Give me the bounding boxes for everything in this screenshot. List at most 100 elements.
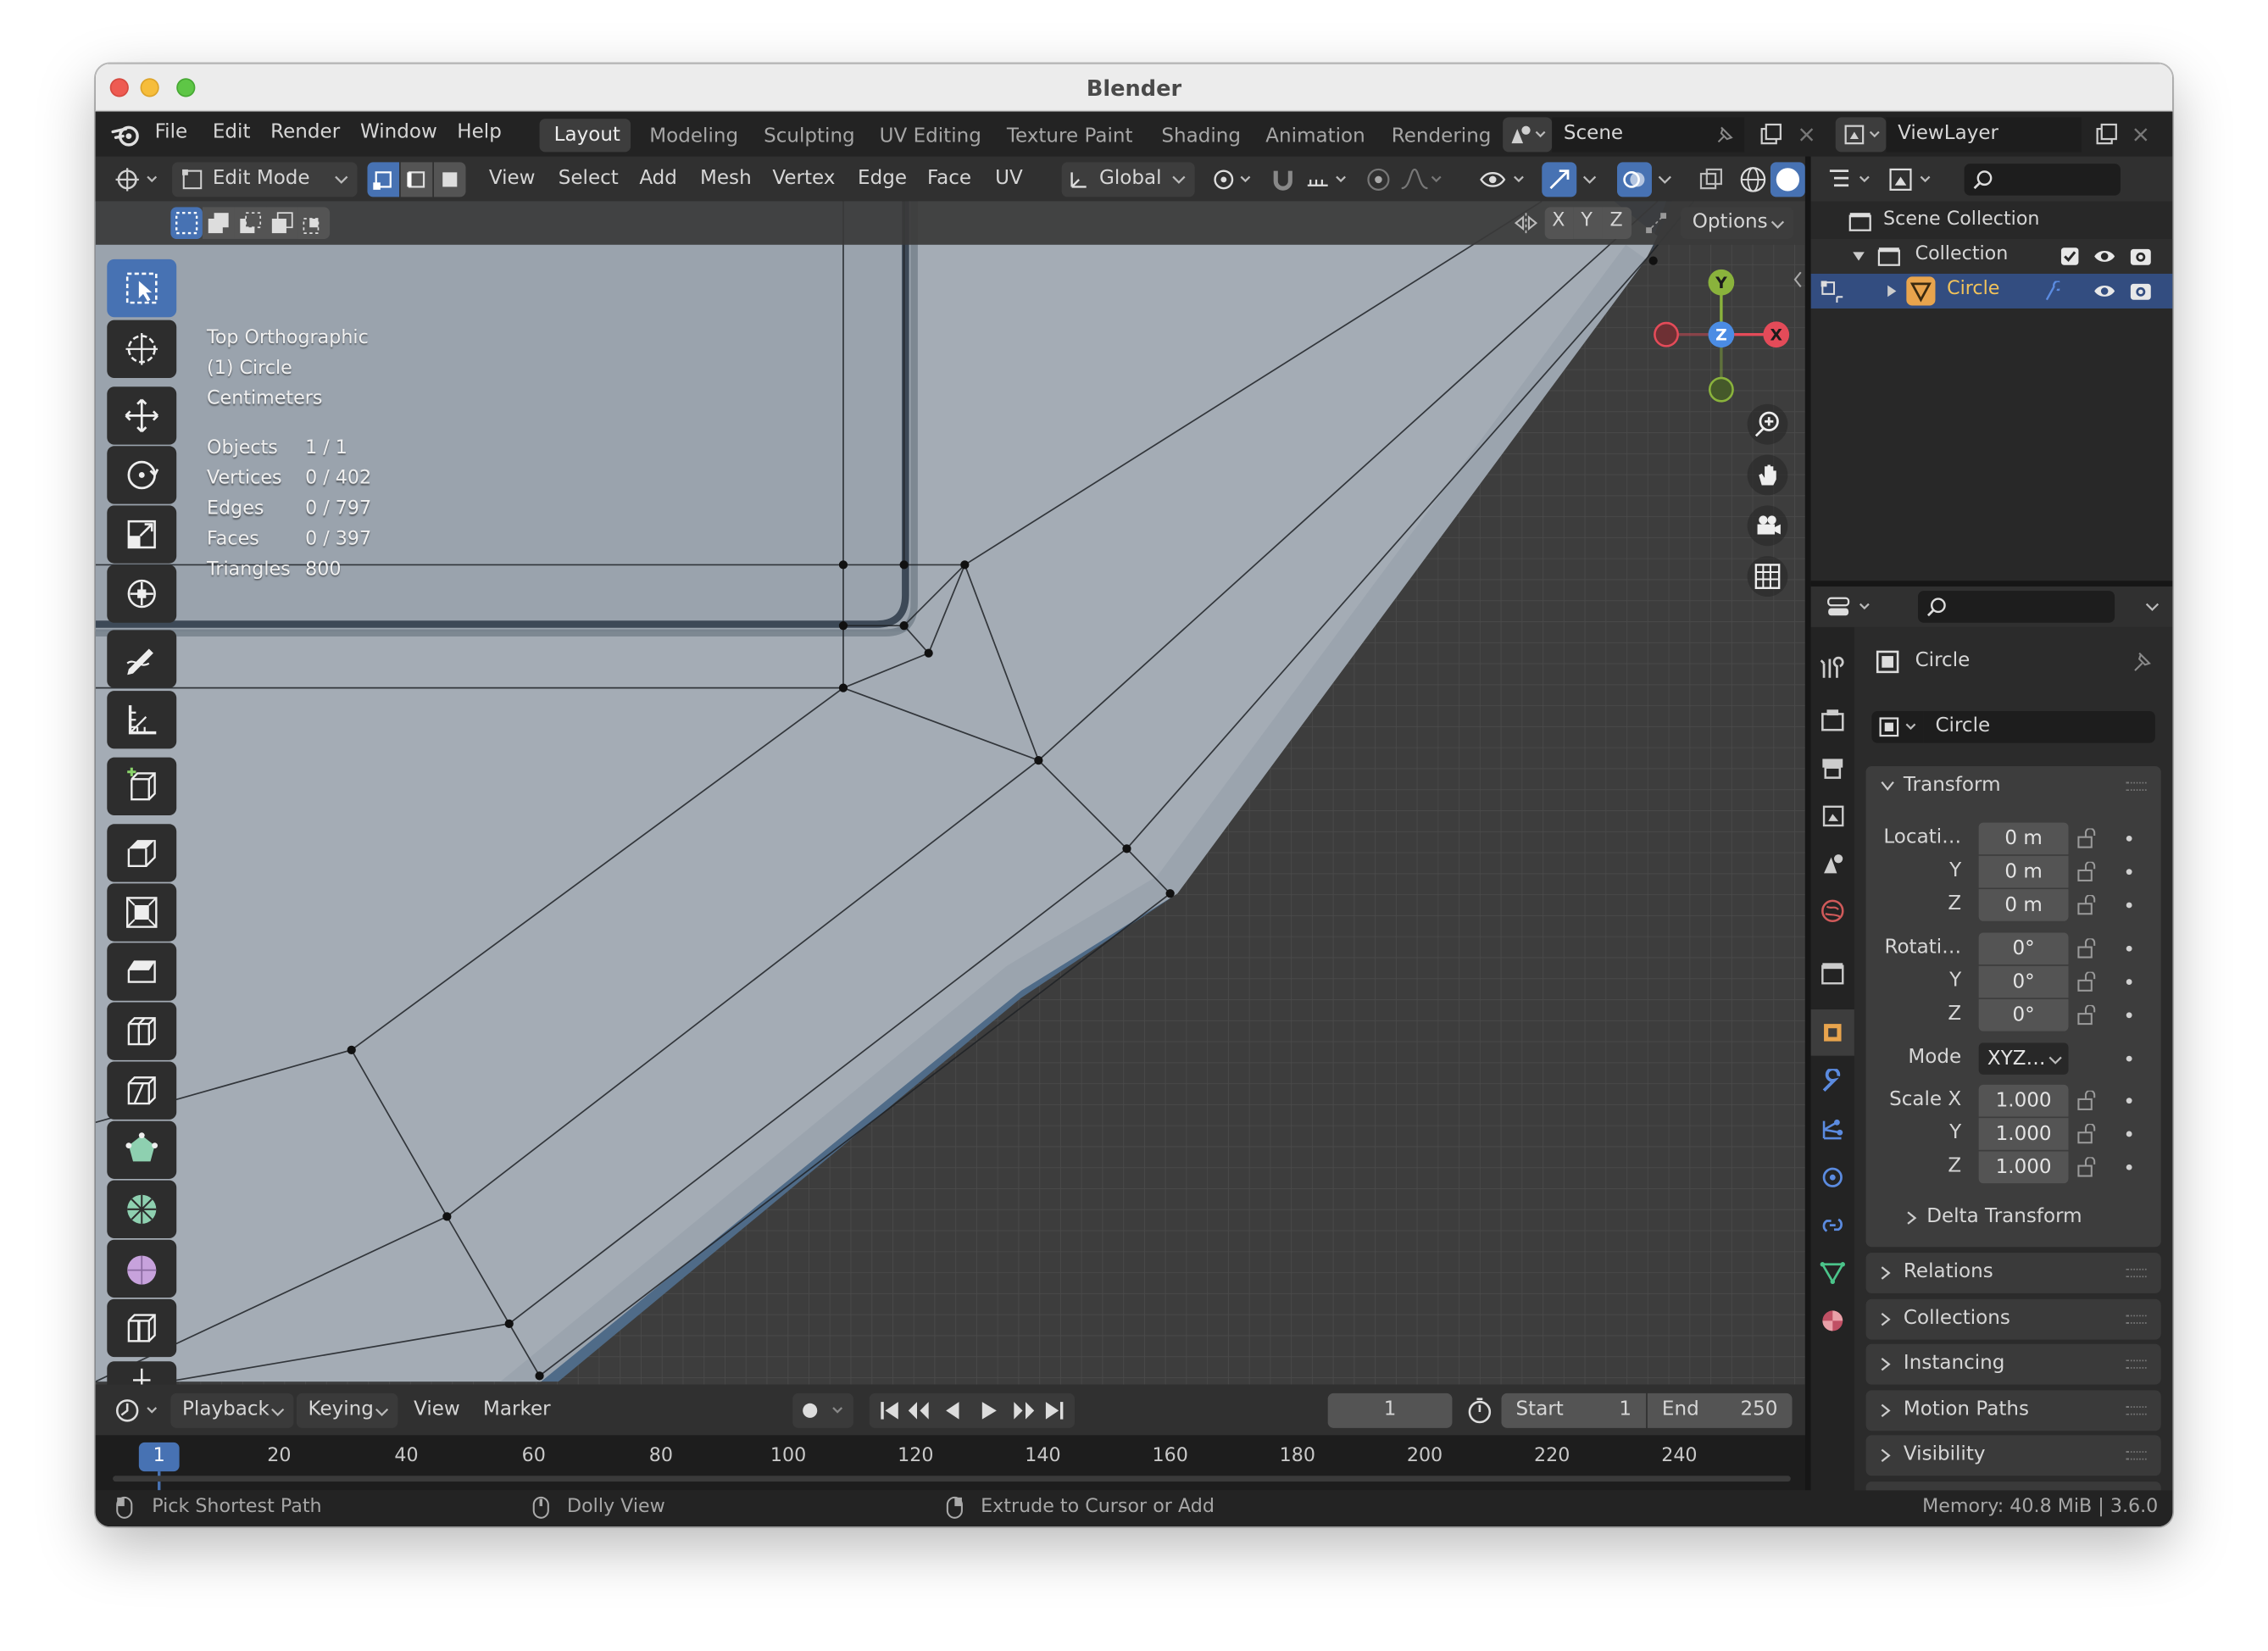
data-tab-icon[interactable] — [1820, 1260, 1846, 1287]
output-tab-icon[interactable] — [1820, 754, 1846, 781]
drag-handle-icon[interactable] — [2126, 781, 2147, 791]
section-collections[interactable]: Collections — [1865, 1298, 2161, 1339]
lock-icon[interactable] — [2077, 1090, 2100, 1111]
keyframe-dot-icon[interactable] — [2126, 902, 2132, 909]
camera-view-button[interactable] — [1747, 505, 1788, 547]
tab-layout[interactable]: Layout — [539, 119, 631, 153]
keying-menu[interactable]: Keying — [296, 1393, 398, 1428]
auto-merge-icon[interactable] — [1640, 207, 1672, 239]
rotation-x-field[interactable]: 0° — [1978, 932, 2069, 965]
pivot-point-button[interactable] — [1206, 162, 1255, 197]
drag-handle-icon[interactable] — [2126, 1359, 2147, 1369]
expand-arrow-icon[interactable] — [1851, 251, 1865, 263]
section-motion-paths[interactable]: Motion Paths — [1865, 1389, 2161, 1431]
properties-options-dropdown[interactable] — [2137, 592, 2166, 621]
lock-icon[interactable] — [2077, 861, 2100, 882]
location-z-field[interactable]: 0 m — [1978, 889, 2069, 921]
timeline-view-menu[interactable]: View — [414, 1398, 460, 1420]
scene-tab-icon[interactable] — [1820, 850, 1846, 876]
prev-keyframe-icon[interactable] — [908, 1402, 929, 1420]
eye-icon[interactable] — [2093, 246, 2115, 266]
lock-icon[interactable] — [2077, 828, 2100, 848]
checkbox-icon[interactable] — [2060, 246, 2080, 266]
keyframe-dot-icon[interactable] — [2126, 1098, 2132, 1104]
auto-keying-toggle[interactable] — [792, 1393, 853, 1428]
menu-window[interactable]: Window — [360, 120, 437, 143]
particles-tab-icon[interactable] — [1820, 1116, 1846, 1142]
properties-search-input[interactable] — [1917, 591, 2115, 623]
tab-uv-editing[interactable]: UV Editing — [880, 125, 981, 147]
gizmo-toggle[interactable] — [1542, 162, 1577, 197]
select-box-mode-intersect[interactable] — [297, 207, 331, 239]
section-relations[interactable]: Relations — [1865, 1253, 2161, 1293]
blender-logo-icon[interactable] — [107, 117, 144, 152]
gizmo-y-negative[interactable] — [1708, 376, 1734, 403]
menu-file[interactable]: File — [155, 120, 188, 143]
tab-sculpting[interactable]: Sculpting — [764, 125, 855, 147]
delta-transform-subpanel[interactable]: Delta Transform — [1877, 1201, 2152, 1236]
menu-view[interactable]: View — [489, 167, 536, 190]
bevel-tool[interactable] — [107, 942, 177, 1001]
area-divider[interactable] — [1804, 156, 1811, 1491]
inset-faces-tool[interactable] — [107, 883, 177, 942]
current-frame-marker[interactable]: 1 — [138, 1442, 180, 1472]
extrude-region-tool[interactable] — [107, 824, 177, 882]
vertex-select-mode-button[interactable] — [367, 162, 400, 197]
edit-mode-indicator-icon[interactable] — [1820, 280, 1846, 303]
spin-tool[interactable] — [107, 1180, 177, 1238]
timeline-ruler[interactable]: 1 20 40 60 80 100 120 140 160 180 200 220 240 — [95, 1435, 1805, 1491]
scale-x-field[interactable]: 1.000 — [1978, 1084, 2069, 1117]
select-box-mode-new[interactable] — [170, 207, 203, 239]
mirror-options-icon[interactable] — [1510, 207, 1543, 239]
lock-icon[interactable] — [2077, 971, 2100, 992]
snap-toggle[interactable] — [1267, 162, 1299, 197]
section-viewport-display[interactable]: Viewport Display — [1865, 1481, 2161, 1491]
drag-handle-icon[interactable] — [2126, 1405, 2147, 1415]
menu-face[interactable]: Face — [927, 167, 971, 190]
eye-icon[interactable] — [2093, 281, 2115, 302]
edge-select-mode-button[interactable] — [400, 162, 433, 197]
select-box-tool[interactable] — [107, 258, 177, 318]
overlays-dropdown[interactable] — [1652, 162, 1678, 197]
rotation-z-field[interactable]: 0° — [1978, 999, 2069, 1031]
outliner-editor-type-button[interactable] — [1822, 162, 1874, 197]
camera-render-icon[interactable] — [2129, 280, 2152, 303]
select-box-mode-subtract[interactable] — [234, 207, 267, 239]
scale-y-field[interactable]: 1.000 — [1978, 1118, 2069, 1150]
camera-render-icon[interactable] — [2129, 245, 2152, 268]
render-tab-icon[interactable] — [1820, 707, 1846, 733]
transform-orientation-selector[interactable]: Global — [1061, 162, 1195, 197]
sidebar-toggle-arrow[interactable] — [1791, 265, 1805, 294]
menu-render[interactable]: Render — [270, 120, 340, 143]
transform-panel-header[interactable]: Transform — [1866, 766, 2161, 807]
play-icon[interactable] — [981, 1402, 997, 1420]
constraints-tab-icon[interactable] — [1820, 1212, 1846, 1238]
lock-icon[interactable] — [2077, 1157, 2100, 1177]
keyframe-dot-icon[interactable] — [2126, 945, 2132, 952]
xray-toggle[interactable] — [1695, 162, 1727, 197]
scale-z-field[interactable]: 1.000 — [1978, 1151, 2069, 1184]
solid-shading-button[interactable] — [1770, 162, 1805, 197]
scale-tool[interactable] — [107, 505, 177, 564]
location-y-field[interactable]: 0 m — [1978, 855, 2069, 888]
drag-handle-icon[interactable] — [2126, 1451, 2147, 1460]
tab-shading[interactable]: Shading — [1161, 125, 1241, 147]
cursor-tool[interactable] — [107, 320, 177, 378]
new-scene-icon[interactable] — [1756, 119, 1785, 151]
visibility-selectability-button[interactable] — [1476, 162, 1528, 197]
drag-handle-icon[interactable] — [2126, 1314, 2147, 1323]
tool-tab-icon[interactable] — [1820, 653, 1846, 680]
gizmo-x-negative[interactable] — [1654, 321, 1679, 347]
keyframe-dot-icon[interactable] — [2126, 1012, 2132, 1019]
keyframe-dot-icon[interactable] — [2126, 1164, 2132, 1170]
preview-range-toggle[interactable] — [1461, 1393, 1498, 1428]
edge-slide-tool[interactable] — [107, 1298, 177, 1358]
keyframe-dot-icon[interactable] — [2126, 1131, 2132, 1137]
view-layer-tab-icon[interactable] — [1820, 803, 1846, 829]
rotate-tool[interactable] — [107, 446, 177, 504]
timeline-editor-type-button[interactable] — [110, 1393, 162, 1428]
viewlayer-selector-button[interactable] — [1835, 117, 1887, 153]
add-cube-tool[interactable] — [107, 757, 177, 816]
pin-icon[interactable] — [1715, 125, 1736, 145]
keyframe-dot-icon[interactable] — [2126, 979, 2132, 985]
